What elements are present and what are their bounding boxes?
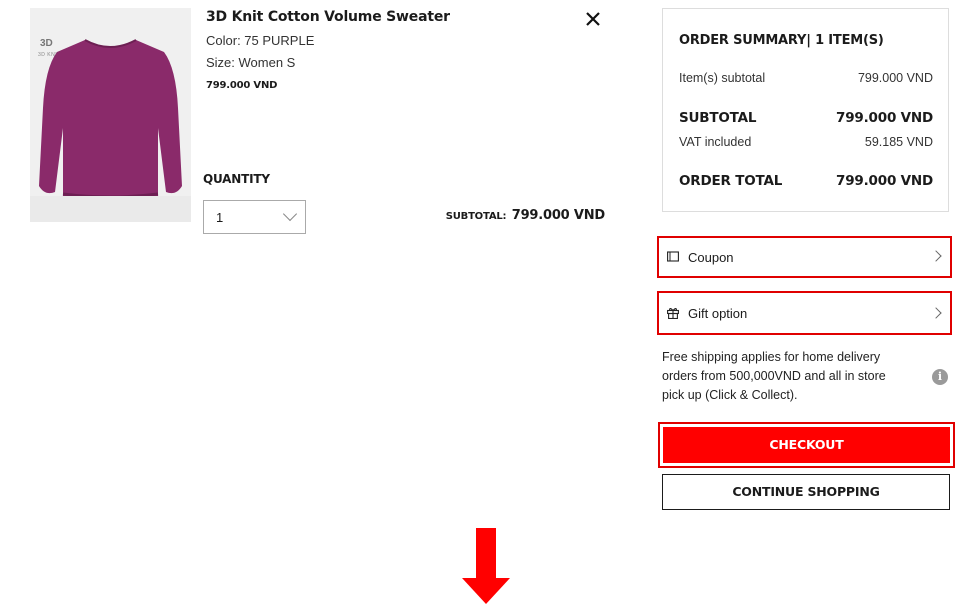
product-color: Color: 75 PURPLE	[206, 33, 315, 48]
chevron-right-icon	[930, 250, 942, 262]
close-icon	[586, 12, 600, 26]
gift-option[interactable]: Gift option	[657, 291, 952, 335]
order-total-value: 799.000 VND	[836, 173, 933, 189]
continue-shopping-button[interactable]: CONTINUE SHOPPING	[662, 474, 950, 510]
items-subtotal-value: 799.000 VND	[857, 71, 933, 85]
quantity-select[interactable]: 1	[203, 200, 306, 234]
gift-icon	[667, 307, 679, 319]
line-subtotal: SUBTOTAL: 799.000 VND	[420, 204, 605, 223]
quantity-value: 1	[216, 210, 224, 225]
arrow-down-icon	[462, 528, 510, 604]
items-subtotal-row: Item(s) subtotal 799.000 VND	[679, 71, 933, 85]
vat-row: VAT included 59.185 VND	[679, 135, 933, 149]
product-name[interactable]: 3D Knit Cotton Volume Sweater	[206, 9, 450, 25]
line-subtotal-value: 799.000 VND	[511, 208, 605, 223]
checkout-button[interactable]: CHECKOUT	[663, 427, 950, 463]
coupon-option[interactable]: Coupon	[657, 236, 952, 278]
product-image[interactable]: 3D 3D KNIT	[30, 8, 191, 222]
remove-item-button[interactable]	[584, 10, 602, 28]
product-price: 799.000 VND	[206, 80, 278, 91]
shipping-note: Free shipping applies for home delivery …	[662, 350, 886, 402]
coupon-label: Coupon	[688, 250, 734, 265]
items-subtotal-label: Item(s) subtotal	[679, 71, 766, 85]
image-footer-band	[30, 196, 191, 222]
gift-option-label: Gift option	[688, 306, 748, 321]
vat-value: 59.185 VND	[864, 135, 933, 149]
sweater-illustration	[39, 39, 182, 201]
info-icon[interactable]: i	[932, 369, 948, 385]
checkout-highlight: CHECKOUT	[658, 422, 955, 468]
quantity-label: QUANTITY	[203, 172, 270, 186]
chevron-right-icon	[930, 307, 942, 319]
order-summary: ORDER SUMMARY| 1 ITEM(S) Item(s) subtota…	[662, 8, 949, 212]
chevron-down-icon	[282, 206, 298, 222]
order-total-label: ORDER TOTAL	[679, 173, 783, 189]
subtotal-value: 799.000 VND	[836, 110, 933, 126]
subtotal-row: SUBTOTAL 799.000 VND	[679, 110, 933, 126]
line-subtotal-label: SUBTOTAL:	[445, 211, 507, 222]
subtotal-label: SUBTOTAL	[679, 110, 757, 126]
ticket-icon	[667, 251, 679, 262]
order-summary-title: ORDER SUMMARY| 1 ITEM(S)	[679, 33, 884, 48]
vat-label: VAT included	[679, 135, 752, 149]
product-size: Size: Women S	[206, 55, 296, 70]
order-total-row: ORDER TOTAL 799.000 VND	[679, 173, 933, 189]
